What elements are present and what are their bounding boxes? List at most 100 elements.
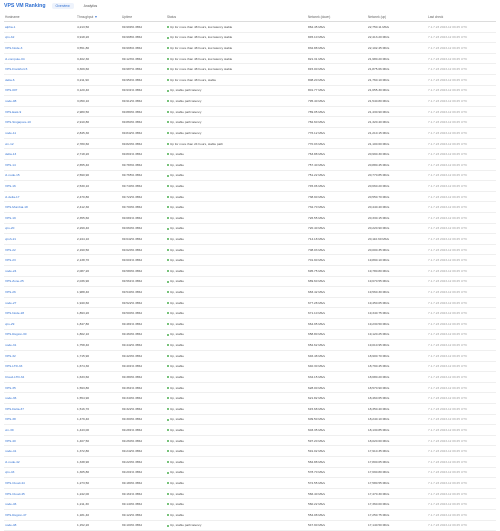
cell-hostname[interactable]: node-11 bbox=[4, 127, 76, 139]
table-row[interactable]: cl-node-15 2,590,90 99.765% 365d Up, stable… bbox=[4, 170, 496, 182]
cell-hostname[interactable]: vm-39 bbox=[4, 424, 76, 436]
table-row[interactable]: VPS-32 1,715,90 99.420% 365d Up, stable 646.… bbox=[4, 350, 496, 362]
table-row[interactable]: VPS-35 1,593,80 99.361% 365d Up, stable 628.… bbox=[4, 382, 496, 394]
table-row[interactable]: VPS-40 1,407,50 99.260% 365d Up, stable 597.… bbox=[4, 435, 496, 447]
column-header-throughput[interactable]: Throughput▼ bbox=[76, 12, 121, 22]
cell-hostname[interactable]: VPS-Frankfurt-5 bbox=[4, 63, 76, 76]
cell-hostname[interactable]: VPS-Cloud-45 bbox=[4, 488, 76, 500]
table-row[interactable]: node-27 1,940,60 99.522% 365d Up, stable 677… bbox=[4, 297, 496, 309]
cell-hostname[interactable]: VPS-22 bbox=[4, 244, 76, 256]
cell-hostname[interactable]: node-48 bbox=[4, 520, 76, 531]
table-row[interactable]: VPS-26 1,988,40 99.540% 365d Up, stable 683.… bbox=[4, 286, 496, 298]
table-row[interactable]: VPS-19 2,355,60 99.681% 365d Up, stable 726.… bbox=[4, 212, 496, 224]
table-row[interactable]: vps-29 1,847,80 99.481% 365d Up, stable 664.… bbox=[4, 318, 496, 330]
table-row[interactable]: Cloud-LTD-34 1,633,60 99.380% 365d Up, stab… bbox=[4, 371, 496, 383]
cell-hostname[interactable]: vps-b2 bbox=[4, 32, 76, 44]
table-row[interactable]: VPS-007 3,120,40 99.931% 365d Up, stable pa… bbox=[4, 85, 496, 97]
table-row[interactable]: node-41 1,372,80 99.242% 365d Up, stable 591… bbox=[4, 445, 496, 457]
table-row[interactable]: VPS-22 2,190,50 99.620% 365d Up, stable 708.… bbox=[4, 244, 496, 256]
table-row[interactable]: VPS-Delta-37 1,516,70 99.322% 365d Up, stab… bbox=[4, 403, 496, 415]
cell-hostname[interactable]: VPS-Delta-37 bbox=[4, 403, 76, 415]
cell-hostname[interactable]: VPS-32 bbox=[4, 350, 76, 362]
cell-hostname[interactable]: VPS-Node-28 bbox=[4, 307, 76, 320]
table-row[interactable]: VPS-Singapore-10 2,910,80 99.860% 365d Up, … bbox=[4, 116, 496, 129]
cell-hostname[interactable]: delta-13 bbox=[4, 148, 76, 160]
cell-hostname[interactable]: VPS-Singapore-10 bbox=[4, 116, 76, 129]
cell-hostname[interactable]: VPS-LTD-33 bbox=[4, 361, 76, 373]
cell-hostname[interactable]: node-36 bbox=[4, 392, 76, 404]
table-row[interactable]: vps-20 2,299,40 99.660% 365d Up, stable 720.… bbox=[4, 223, 496, 235]
table-row[interactable]: VPS-Region-30 1,802,10 99.460% 365d Up, sta… bbox=[4, 329, 496, 341]
table-row[interactable]: VPS-14 2,655,40 99.783% 365d Up, stable 757.… bbox=[4, 159, 496, 171]
cell-hostname[interactable]: VPS-Node-3 bbox=[4, 42, 76, 54]
table-row[interactable]: cl-node-42 1,338,90 99.220% 365d Up, stable… bbox=[4, 456, 496, 468]
cell-hostname[interactable]: VPS-14 bbox=[4, 159, 76, 171]
cell-hostname[interactable]: node-41 bbox=[4, 445, 76, 457]
table-row[interactable]: VPS-Zone-25 2,036,90 99.561% 365d Up, stabl… bbox=[4, 276, 496, 288]
cell-hostname[interactable]: vps-29 bbox=[4, 318, 76, 330]
cell-hostname[interactable]: cl-delta-17 bbox=[4, 191, 76, 203]
cell-hostname[interactable]: node-31 bbox=[4, 339, 76, 351]
table-row[interactable]: VPS-LTD-33 1,674,30 99.401% 365d Up, stable… bbox=[4, 361, 496, 373]
table-row[interactable]: VPS-Node-28 1,893,20 99.500% 365d Up, stabl… bbox=[4, 307, 496, 320]
cell-hostname[interactable]: VPS-35 bbox=[4, 382, 76, 394]
table-row[interactable]: VPS-Frankfurt-5 3,309,60 99.987% 365d Up fo… bbox=[4, 63, 496, 76]
cell-hostname[interactable]: delta-6 bbox=[4, 74, 76, 86]
cell-hostname[interactable]: VPS-007 bbox=[4, 85, 76, 97]
table-row[interactable]: node-11 2,845,30 99.842% 365d Up, stable pa… bbox=[4, 127, 496, 139]
tab-overview[interactable]: Overview bbox=[51, 3, 74, 9]
table-row[interactable]: alpha-1 4,213,50 99.999% 365d Up for more t… bbox=[4, 21, 496, 33]
cell-hostname[interactable]: node-08 bbox=[4, 95, 76, 107]
cell-hostname[interactable]: cl-node-42 bbox=[4, 456, 76, 468]
cell-hostname[interactable]: vpsh-21 bbox=[4, 233, 76, 245]
cell-hostname[interactable]: vps-43 bbox=[4, 467, 76, 479]
table-row[interactable]: VPS-Cloud-45 1,242,00 99.161% 365d Up, stab… bbox=[4, 488, 496, 500]
sort-desc-icon[interactable]: ▼ bbox=[94, 15, 97, 19]
column-header-uptime[interactable]: Uptime bbox=[121, 12, 166, 22]
column-header-network-up[interactable]: Network (up) bbox=[367, 12, 427, 22]
cell-hostname[interactable]: VPS-Zone-25 bbox=[4, 276, 76, 288]
table-row[interactable]: VPS-Cloud-44 1,273,50 99.180% 365d Up, stab… bbox=[4, 477, 496, 489]
column-header-hostname[interactable]: Hostname bbox=[4, 12, 76, 22]
cell-hostname[interactable]: VPS-Mumbai-18 bbox=[4, 201, 76, 213]
table-row[interactable]: node-36 1,554,90 99.340% 365d Up, stable 621… bbox=[4, 392, 496, 404]
table-row[interactable]: VPS-East-9 2,980,50 99.880% 365d Up, stable… bbox=[4, 106, 496, 118]
table-row[interactable]: node-48 1,152,20 99.100% 365d Up, stable pa… bbox=[4, 520, 496, 531]
table-row[interactable]: cl-compute-04 3,402,30 99.123% 365d Up for … bbox=[4, 53, 496, 65]
cell-hostname[interactable]: VPS-Cloud-44 bbox=[4, 477, 76, 489]
cell-hostname[interactable]: VPS-19 bbox=[4, 212, 76, 224]
cell-hostname[interactable]: VPS-Region-30 bbox=[4, 329, 76, 341]
cell-hostname[interactable]: Cloud-LTD-34 bbox=[4, 371, 76, 383]
table-row[interactable]: VPS-Region-47 1,181,40 99.122% 365d Up, sta… bbox=[4, 509, 496, 521]
table-row[interactable]: cl-delta-17 2,470,80 99.722% 365d Up, stabl… bbox=[4, 191, 496, 203]
cell-hostname[interactable]: node-46 bbox=[4, 498, 76, 511]
table-row[interactable]: node-46 1,211,30 99.140% 365d Up, stable 560… bbox=[4, 498, 496, 511]
cell-hostname[interactable]: node-24 bbox=[4, 265, 76, 277]
table-row[interactable]: vm-12 2,780,60 99.820% 365d Up for more tha… bbox=[4, 138, 496, 150]
table-row[interactable]: VPS-38 1,479,40 99.300% 365d Up, stable 609.… bbox=[4, 414, 496, 426]
table-row[interactable]: vps-43 1,305,80 99.201% 365d Up, stable 578.… bbox=[4, 467, 496, 479]
table-row[interactable]: vps-b2 3,918,20 99.998% 365d Up for more th… bbox=[4, 32, 496, 44]
cell-hostname[interactable]: VPS-40 bbox=[4, 435, 76, 447]
table-row[interactable]: delta-6 3,211,90 99.954% 365d Up for more t… bbox=[4, 74, 496, 86]
table-row[interactable]: vpsh-21 2,244,10 99.642% 365d Up, stable 714… bbox=[4, 233, 496, 245]
table-row[interactable]: VPS-Mumbai-18 2,412,30 99.700% 365d Up, sta… bbox=[4, 201, 496, 213]
cell-hostname[interactable]: VPS-26 bbox=[4, 286, 76, 298]
table-row[interactable]: node-31 1,758,40 99.442% 365d Up, stable 652… bbox=[4, 339, 496, 351]
cell-hostname[interactable]: VPS-East-9 bbox=[4, 106, 76, 118]
cell-hostname[interactable]: VPS-16 bbox=[4, 180, 76, 192]
table-row[interactable]: VPS-23 2,138,70 99.601% 365d Up, stable 701.… bbox=[4, 254, 496, 266]
table-row[interactable]: VPS-Node-3 3,551,80 99.996% 365d Up for mor… bbox=[4, 42, 496, 54]
cell-hostname[interactable]: VPS-38 bbox=[4, 414, 76, 426]
table-row[interactable]: vm-39 1,443,00 99.281% 365d Up, stable 603.3… bbox=[4, 424, 496, 436]
column-header-status[interactable]: Status bbox=[166, 12, 307, 22]
column-header-last-check[interactable]: Last check bbox=[427, 12, 496, 22]
column-header-network-down[interactable]: Network (down) bbox=[307, 12, 367, 22]
cell-hostname[interactable]: VPS-23 bbox=[4, 254, 76, 266]
tab-analytics[interactable]: Analytics bbox=[80, 3, 102, 9]
cell-hostname[interactable]: cl-node-15 bbox=[4, 170, 76, 182]
cell-hostname[interactable]: VPS-Region-47 bbox=[4, 509, 76, 521]
cell-hostname[interactable]: alpha-1 bbox=[4, 21, 76, 33]
table-row[interactable]: delta-13 2,718,20 99.801% 365d Up, stable 76… bbox=[4, 148, 496, 160]
cell-hostname[interactable]: vps-20 bbox=[4, 223, 76, 235]
